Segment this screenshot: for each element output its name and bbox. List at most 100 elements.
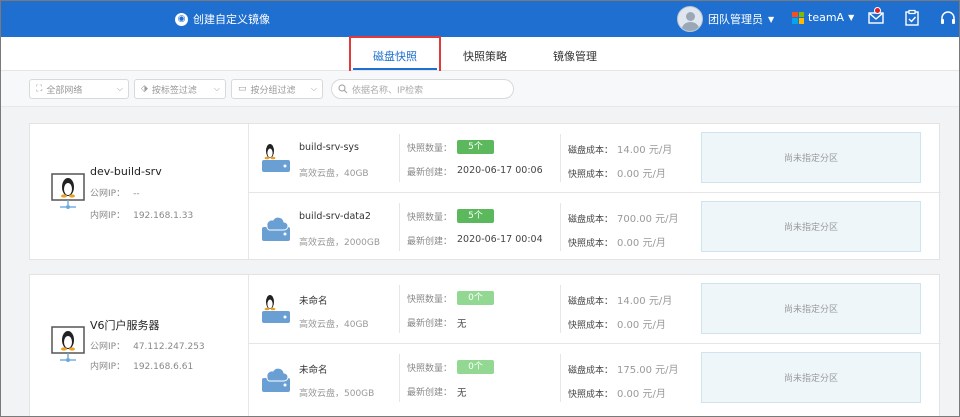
latest-created: 最新创建： 无 bbox=[407, 385, 467, 399]
public-ip-label: 公网IP： bbox=[90, 342, 126, 352]
zone-placeholder[interactable]: 尚未指定分区 bbox=[701, 132, 921, 183]
disk-cost-label: 磁盘成本： bbox=[568, 215, 614, 225]
private-ip-value: 192.168.1.33 bbox=[133, 211, 194, 221]
team-logo-icon bbox=[792, 11, 804, 24]
snapshot-cost-value: 0.00 元/月 bbox=[617, 238, 666, 249]
snapshot-list: dev-build-srv 公网IP： -- 内网IP： 192.168.1.33 … bbox=[1, 107, 959, 416]
tag-filter-value: 按标签过滤 bbox=[151, 85, 197, 96]
disk-row[interactable]: 未命名 高效云盘，40GB 快照数量： 0个 最新创建： 无 磁盘成本： 14.00 … bbox=[249, 275, 941, 343]
host-name[interactable]: dev-build-srv bbox=[90, 165, 162, 178]
latest-created-value: 无 bbox=[457, 319, 467, 330]
disk-name: build-srv-data2 bbox=[299, 211, 371, 222]
data-disk-icon bbox=[262, 367, 290, 392]
disk-name: build-srv-sys bbox=[299, 142, 359, 153]
search-icon bbox=[338, 84, 348, 94]
snapshot-count-label: 快照数量： bbox=[407, 143, 453, 154]
host-info: V6门户服务器 公网IP： 47.112.247.253 内网IP： 192.168… bbox=[30, 275, 249, 416]
disk-cost: 磁盘成本： 700.00 元/月 bbox=[568, 210, 679, 225]
snapshot-count-label: 快照数量： bbox=[407, 363, 453, 374]
latest-created-label: 最新创建： bbox=[407, 168, 453, 178]
data-disk-icon bbox=[262, 216, 290, 241]
create-custom-image-label: 创建自定义镜像 bbox=[193, 13, 270, 26]
snapshot-count: 快照数量： 5个 bbox=[407, 140, 495, 154]
disk-type: 高效云盘，2000GB bbox=[299, 238, 381, 248]
snapshot-count-badge[interactable]: 5个 bbox=[457, 140, 495, 154]
disk-type: 高效云盘，40GB bbox=[299, 169, 369, 179]
disk-cost: 磁盘成本： 14.00 元/月 bbox=[568, 292, 672, 307]
disk-cost: 磁盘成本： 14.00 元/月 bbox=[568, 141, 672, 156]
snapshot-count: 快照数量： 5个 bbox=[407, 209, 495, 223]
team-switcher[interactable]: teamA ▼ bbox=[792, 11, 854, 24]
disk-row[interactable]: 未命名 高效云盘，500GB 快照数量： 0个 最新创建： 无 磁盘成本： 175.0… bbox=[249, 343, 941, 411]
disk-cost-value: 175.00 元/月 bbox=[617, 365, 679, 376]
network-filter-select[interactable]: ⛶ 全部网络 ⌵ bbox=[29, 79, 129, 99]
folder-icon: ▭ bbox=[238, 84, 247, 94]
create-custom-image-button[interactable]: ◉ 创建自定义镜像 bbox=[175, 11, 270, 27]
tasks-button[interactable] bbox=[903, 9, 921, 27]
snapshot-count-badge[interactable]: 0个 bbox=[457, 291, 495, 305]
zone-placeholder[interactable]: 尚未指定分区 bbox=[701, 283, 921, 334]
snapshot-cost-value: 0.00 元/月 bbox=[617, 320, 666, 331]
public-ip-label: 公网IP： bbox=[90, 189, 126, 199]
disk-row[interactable]: build-srv-data2 高效云盘，2000GB 快照数量： 5个 最新创建… bbox=[249, 192, 941, 260]
disc-icon: ◉ bbox=[175, 12, 188, 26]
tab-snapshot-policy[interactable]: 快照策略 bbox=[463, 48, 507, 64]
latest-created-value: 无 bbox=[457, 388, 467, 399]
tab-image-management[interactable]: 镜像管理 bbox=[553, 48, 597, 64]
disk-cost-value: 14.00 元/月 bbox=[617, 296, 673, 307]
group-filter-select[interactable]: ▭ 按分组过滤 ⌵ bbox=[231, 79, 323, 99]
public-ip-line: 公网IP： -- bbox=[90, 186, 140, 199]
user-role-label: 团队管理员 bbox=[708, 13, 763, 26]
divider bbox=[560, 354, 561, 402]
latest-created-label: 最新创建： bbox=[407, 237, 453, 247]
private-ip-line: 内网IP： 192.168.1.33 bbox=[90, 208, 193, 221]
disk-cost-value: 14.00 元/月 bbox=[617, 145, 673, 156]
divider bbox=[399, 354, 400, 402]
user-menu[interactable]: 团队管理员 ▼ bbox=[677, 6, 774, 32]
snapshot-count-badge[interactable]: 5个 bbox=[457, 209, 495, 223]
disk-name: 未命名 bbox=[299, 296, 328, 307]
snapshot-count: 快照数量： 0个 bbox=[407, 291, 495, 305]
latest-created-label: 最新创建： bbox=[407, 319, 453, 329]
top-bar: ◉ 创建自定义镜像 团队管理员 ▼ teamA ▼ bbox=[1, 1, 959, 37]
chevron-down-icon: ▼ bbox=[848, 13, 855, 22]
host-group: V6门户服务器 公网IP： 47.112.247.253 内网IP： 192.168… bbox=[29, 274, 941, 416]
private-ip-value: 192.168.6.61 bbox=[133, 362, 194, 372]
divider bbox=[399, 134, 400, 182]
support-button[interactable] bbox=[939, 9, 957, 27]
snapshot-cost-label: 快照成本： bbox=[568, 170, 614, 180]
public-ip-line: 公网IP： 47.112.247.253 bbox=[90, 339, 205, 352]
search-input[interactable]: 依据名称、IP检索 bbox=[331, 79, 514, 99]
divider bbox=[560, 203, 561, 251]
clipboard-check-icon bbox=[905, 9, 919, 26]
disk-row[interactable]: build-srv-sys 高效云盘，40GB 快照数量： 5个 最新创建： 202… bbox=[249, 124, 941, 192]
network-filter-value: 全部网络 bbox=[46, 85, 83, 96]
snapshot-cost: 快照成本： 0.00 元/月 bbox=[568, 234, 666, 249]
disk-cost-value: 700.00 元/月 bbox=[617, 214, 679, 225]
chevron-down-icon: ⌵ bbox=[116, 84, 123, 93]
divider bbox=[399, 285, 400, 333]
snapshot-cost-value: 0.00 元/月 bbox=[617, 389, 666, 400]
latest-created: 最新创建： 无 bbox=[407, 316, 467, 330]
disk-cost-label: 磁盘成本： bbox=[568, 366, 614, 376]
zone-placeholder[interactable]: 尚未指定分区 bbox=[701, 201, 921, 252]
snapshot-count-badge[interactable]: 0个 bbox=[457, 360, 495, 374]
message-button[interactable] bbox=[867, 7, 885, 27]
disk-cost: 磁盘成本： 175.00 元/月 bbox=[568, 361, 679, 376]
snapshot-cost: 快照成本： 0.00 元/月 bbox=[568, 316, 666, 331]
disk-cost-label: 磁盘成本： bbox=[568, 297, 614, 307]
private-ip-label: 内网IP： bbox=[90, 362, 126, 372]
host-name[interactable]: V6门户服务器 bbox=[90, 317, 160, 333]
chevron-down-icon: ⌵ bbox=[310, 84, 317, 93]
zone-placeholder[interactable]: 尚未指定分区 bbox=[701, 352, 921, 403]
disk-type: 高效云盘，500GB bbox=[299, 389, 375, 399]
tag-icon: ⬗ bbox=[141, 84, 148, 94]
tag-filter-select[interactable]: ⬗ 按标签过滤 ⌵ bbox=[134, 79, 226, 99]
latest-created-value: 2020-06-17 00:06 bbox=[457, 165, 543, 176]
disk-type: 高效云盘，40GB bbox=[299, 320, 369, 330]
linux-server-icon bbox=[51, 173, 85, 209]
disk-cost-label: 磁盘成本： bbox=[568, 146, 614, 156]
snapshot-cost: 快照成本： 0.00 元/月 bbox=[568, 385, 666, 400]
snapshot-count-label: 快照数量： bbox=[407, 294, 453, 305]
search-placeholder: 依据名称、IP检索 bbox=[352, 85, 424, 96]
